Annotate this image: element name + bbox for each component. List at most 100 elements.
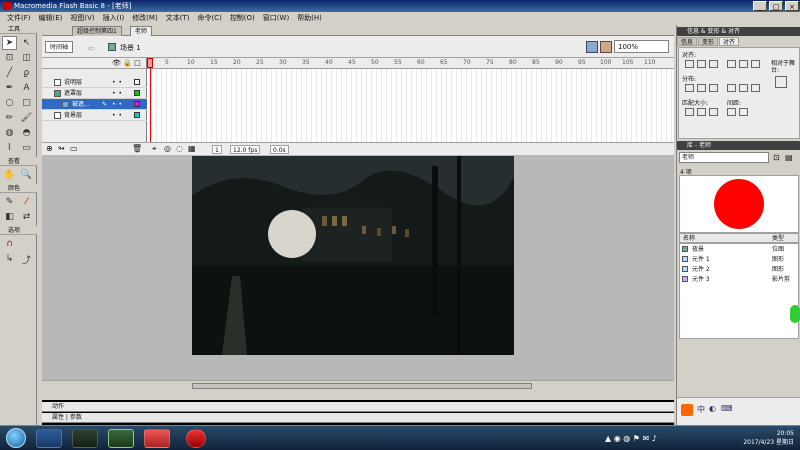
pencil-tool-icon[interactable]: ✏ xyxy=(2,111,17,125)
align-right-icon[interactable] xyxy=(709,60,718,68)
eraser-tool-icon[interactable]: ▭ xyxy=(19,141,34,155)
back-arrow-icon[interactable]: ⇦ xyxy=(88,44,95,53)
straighten-option-icon[interactable]: ⤴ xyxy=(19,252,34,266)
lasso-tool-icon[interactable]: ϼ xyxy=(19,66,34,80)
ime-keyboard-icon[interactable]: ⌨ xyxy=(721,404,733,413)
match-both-icon[interactable] xyxy=(709,108,718,116)
doc-tab-1[interactable]: 超级控制第四1 xyxy=(72,26,122,36)
library-item[interactable]: 夜景 位图 xyxy=(680,245,798,254)
taskbar-app-1[interactable] xyxy=(72,429,98,448)
library-item[interactable]: 元件 2 图形 xyxy=(680,265,798,274)
swap-colors-icon[interactable]: ⇄ xyxy=(19,210,34,224)
line-tool-icon[interactable]: ╱ xyxy=(2,66,17,80)
menu-commands[interactable]: 命令(C) xyxy=(193,12,225,25)
taskbar-app-flash[interactable] xyxy=(186,429,206,448)
text-tool-icon[interactable]: A xyxy=(19,81,34,95)
delete-layer-icon[interactable]: 🗑 xyxy=(132,144,142,153)
align-panel-title[interactable]: 信息 & 变形 & 对齐 xyxy=(677,27,800,36)
taskbar-app-2[interactable] xyxy=(108,429,134,448)
tab-transform[interactable]: 变形 xyxy=(698,37,719,46)
align-bottom-icon[interactable] xyxy=(751,60,760,68)
timeline-toggle-button[interactable]: 时间轴 xyxy=(45,41,74,53)
menu-edit[interactable]: 编辑(E) xyxy=(35,12,67,25)
scrollbar-thumb[interactable] xyxy=(192,383,532,389)
outline-icon[interactable]: □ xyxy=(134,59,141,67)
ink-bottle-tool-icon[interactable]: ◍ xyxy=(2,126,17,140)
subselect-tool-icon[interactable]: ↖ xyxy=(19,36,34,50)
frame-rate-field[interactable]: 12.0 fps xyxy=(230,145,261,154)
match-height-icon[interactable] xyxy=(697,108,706,116)
properties-panel-bar[interactable]: 属性 | 参数 xyxy=(42,413,674,423)
menu-modify[interactable]: 修改(M) xyxy=(128,12,162,25)
space-horizontal-icon[interactable] xyxy=(739,108,748,116)
library-item[interactable]: 元件 1 图形 xyxy=(680,255,798,264)
side-bubble-icon[interactable] xyxy=(790,305,800,323)
menu-help[interactable]: 帮助(H) xyxy=(293,12,326,25)
paint-bucket-tool-icon[interactable]: ◓ xyxy=(19,126,34,140)
layer-row-selected[interactable]: 被遮... ✎ •• xyxy=(42,99,147,110)
new-library-icon[interactable]: ▤ xyxy=(785,153,793,162)
stroke-color-icon[interactable]: ✎ xyxy=(2,195,17,209)
space-vertical-icon[interactable] xyxy=(727,108,736,116)
library-panel-title[interactable]: 库 - 老师 xyxy=(677,141,800,150)
system-clock[interactable]: 20:05 2017/4/23 星期日 xyxy=(734,429,794,447)
actions-panel-bar[interactable]: 动作 xyxy=(42,402,674,412)
distribute-bottom-icon[interactable] xyxy=(709,84,718,92)
edit-scene-icon[interactable] xyxy=(586,41,598,53)
menu-insert[interactable]: 插入(I) xyxy=(99,12,129,25)
match-width-icon[interactable] xyxy=(685,108,694,116)
tray-icons[interactable]: ▲ ◉ ◍ ⚑ ✉ ♪ xyxy=(605,434,657,443)
fill-color-icon[interactable]: ◧ xyxy=(2,210,17,224)
eyedropper-tool-icon[interactable]: ⌇ xyxy=(2,141,17,155)
distribute-hcenter-icon[interactable] xyxy=(739,84,748,92)
pen-tool-icon[interactable]: ✒ xyxy=(2,81,17,95)
distribute-left-icon[interactable] xyxy=(727,84,736,92)
menu-window[interactable]: 窗口(W) xyxy=(259,12,293,25)
align-top-icon[interactable] xyxy=(727,60,736,68)
align-hcenter-icon[interactable] xyxy=(697,60,706,68)
edit-symbol-icon[interactable] xyxy=(600,41,612,53)
add-folder-icon[interactable]: ▭ xyxy=(70,144,78,153)
smooth-option-icon[interactable]: ↳ xyxy=(2,252,17,266)
zoom-tool-icon[interactable]: 🔍 xyxy=(19,168,34,182)
col-name[interactable]: 名称 xyxy=(683,234,695,243)
start-button[interactable] xyxy=(6,428,26,448)
frame-grid[interactable]: 5 10 15 20 25 30 35 40 45 50 55 60 65 70… xyxy=(147,58,674,155)
layer-row[interactable]: 说明层 •• xyxy=(42,77,147,88)
zoom-select[interactable]: 100% xyxy=(614,40,669,53)
align-left-icon[interactable] xyxy=(685,60,694,68)
layer-row[interactable]: 背景层 •• xyxy=(42,110,147,121)
hand-tool-icon[interactable]: ✋ xyxy=(2,168,17,182)
add-layer-icon[interactable]: ⊕ xyxy=(46,144,53,153)
frame-ruler[interactable]: 5 10 15 20 25 30 35 40 45 50 55 60 65 70… xyxy=(147,58,674,69)
onion-outline-icon[interactable]: ◌ xyxy=(176,144,183,153)
tab-info[interactable]: 信息 xyxy=(677,37,698,46)
snap-magnet-icon[interactable]: ∩ xyxy=(2,237,17,251)
taskbar-app-ppt[interactable] xyxy=(144,429,170,448)
menu-file[interactable]: 文件(F) xyxy=(3,12,35,25)
brush-tool-icon[interactable]: 🖌 xyxy=(19,111,34,125)
lock-icon[interactable]: 🔒 xyxy=(123,59,132,67)
close-button[interactable]: × xyxy=(785,1,799,11)
playhead-handle[interactable] xyxy=(147,58,153,68)
menu-view[interactable]: 视图(V) xyxy=(66,12,98,25)
stage-canvas[interactable] xyxy=(192,156,514,355)
library-doc-select[interactable]: 老师 xyxy=(679,152,769,163)
pin-icon[interactable]: ⊡ xyxy=(773,153,780,162)
distribute-top-icon[interactable] xyxy=(685,84,694,92)
add-guide-icon[interactable]: ↬ xyxy=(58,144,65,153)
doc-tab-2[interactable]: 老师 xyxy=(130,26,153,36)
eye-icon[interactable]: 👁 xyxy=(112,59,121,67)
edit-multiple-frames-icon[interactable]: ▦ xyxy=(188,144,196,153)
layer-row[interactable]: 遮罩层 •• xyxy=(42,88,147,99)
tab-align[interactable]: 对齐 xyxy=(719,37,740,46)
free-transform-tool-icon[interactable]: ⊡ xyxy=(2,51,17,65)
minimize-button[interactable]: _ xyxy=(753,1,767,11)
ime-mode-icon[interactable]: 中 xyxy=(697,404,705,415)
ime-punct-icon[interactable]: ◐ xyxy=(709,404,716,413)
arrow-tool-icon[interactable]: ➤ xyxy=(2,36,17,50)
maximize-button[interactable]: □ xyxy=(769,1,783,11)
rectangle-tool-icon[interactable]: □ xyxy=(19,96,34,110)
col-type[interactable]: 类型 xyxy=(772,234,784,243)
sogou-ime-icon[interactable] xyxy=(681,404,693,416)
